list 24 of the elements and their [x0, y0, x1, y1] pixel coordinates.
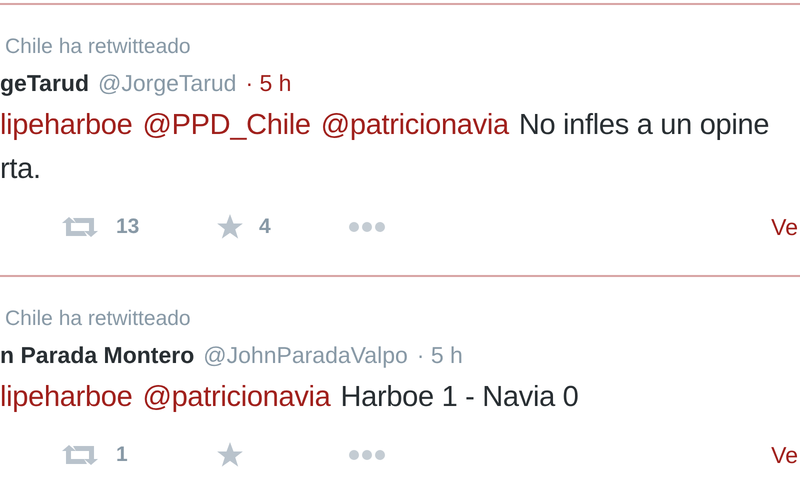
- mention-link[interactable]: lipeharboe: [0, 105, 132, 145]
- view-link[interactable]: Ve: [771, 210, 798, 244]
- mention-link[interactable]: @PPD_Chile: [142, 105, 311, 145]
- more-icon[interactable]: [348, 221, 386, 233]
- retweet-context: Chile ha retwitteado: [5, 306, 192, 332]
- retweet-count: 1: [116, 442, 128, 468]
- mention-link[interactable]: @patricionavia: [320, 105, 509, 145]
- author-name[interactable]: geTarud: [0, 67, 90, 99]
- mention-link[interactable]: lipeharboe: [0, 377, 132, 417]
- favorite-count: 4: [259, 214, 271, 240]
- retweet-icon[interactable]: [60, 444, 100, 466]
- retweet-context: Chile ha retwitteado: [5, 34, 192, 60]
- mention-link[interactable]: @patricionavia: [142, 377, 331, 417]
- tweet-time[interactable]: · 5 h: [245, 67, 292, 99]
- retweet-count: 13: [116, 214, 140, 240]
- view-link[interactable]: Ve: [771, 438, 798, 472]
- author-name[interactable]: n Parada Montero: [0, 339, 194, 371]
- tweet-text: No infles a un opine: [518, 108, 770, 143]
- star-icon[interactable]: [215, 441, 245, 469]
- tweet-text: Harboe 1 - Navia 0: [340, 380, 579, 415]
- tweet-text: rta.: [0, 152, 41, 187]
- star-icon[interactable]: [215, 213, 245, 241]
- retweet-icon[interactable]: [60, 216, 100, 238]
- more-icon[interactable]: [348, 449, 386, 461]
